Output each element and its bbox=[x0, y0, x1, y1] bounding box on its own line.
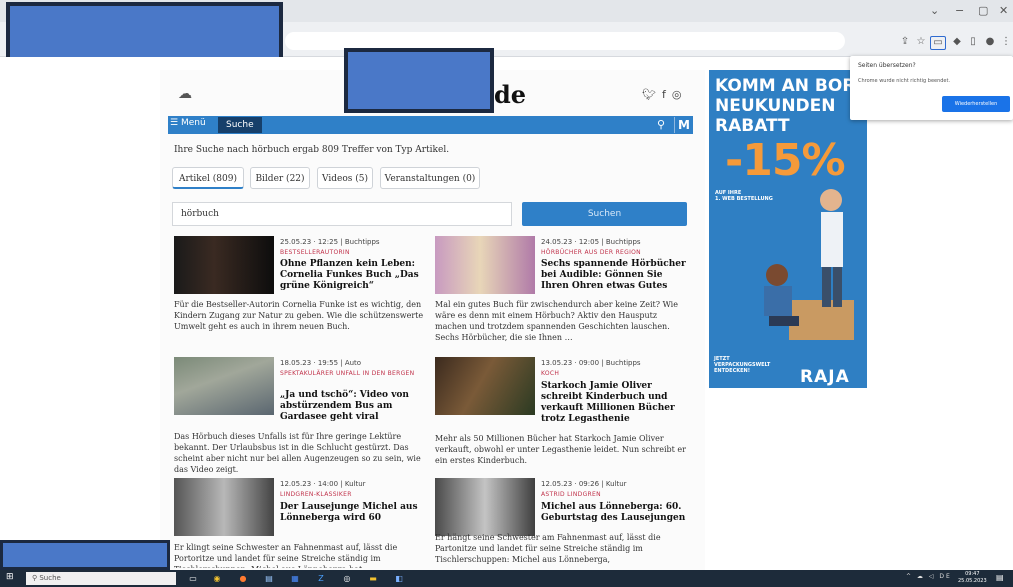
article-title[interactable]: „Ja und tschö“: Video von abstürzendem B… bbox=[280, 390, 430, 423]
article-title[interactable]: Sechs spannende Hörbücher bei Audible: G… bbox=[541, 259, 691, 292]
tab-images[interactable]: Bilder (22) bbox=[250, 167, 310, 189]
store-icon[interactable]: ▤ bbox=[262, 572, 276, 585]
close-icon[interactable]: ✕ bbox=[999, 4, 1008, 17]
firefox-icon[interactable]: ● bbox=[236, 572, 250, 585]
article-thumbnail[interactable] bbox=[435, 478, 535, 536]
article-meta: 18.05.23 · 19:55 | Auto bbox=[280, 359, 362, 367]
article-category: HÖRBÜCHER AUS DER REGION bbox=[541, 249, 641, 256]
redaction-box bbox=[0, 540, 170, 570]
article-thumbnail[interactable] bbox=[174, 357, 274, 415]
system-tray[interactable]: ^ ☁ ◁ DE bbox=[906, 573, 952, 580]
article-title[interactable]: Starkoch Jamie Oliver schreibt Kinderbuc… bbox=[541, 381, 691, 425]
taskview-icon[interactable]: ▭ bbox=[186, 572, 200, 585]
article-category: LINDGREN-KLASSIKER bbox=[280, 491, 352, 498]
tab-videos[interactable]: Videos (5) bbox=[317, 167, 373, 189]
search-summary: Ihre Suche nach hörbuch ergab 809 Treffe… bbox=[174, 145, 450, 155]
article-meta: 12.05.23 · 09:26 | Kultur bbox=[541, 480, 627, 488]
site-logo[interactable]: de bbox=[494, 80, 526, 109]
profile-icon[interactable]: ● bbox=[983, 36, 997, 48]
ad-footer: JETZT VERPACKUNGSWELT ENTDECKEN! bbox=[714, 356, 771, 374]
explorer-icon[interactable]: ▬ bbox=[366, 572, 380, 585]
article-thumbnail[interactable] bbox=[435, 357, 535, 415]
tab-articles[interactable]: Artikel (809) bbox=[172, 167, 244, 189]
restore-button[interactable]: Wiederherstellen bbox=[942, 96, 1010, 112]
word-icon[interactable]: ▦ bbox=[288, 572, 302, 585]
star-icon[interactable]: ☆ bbox=[914, 36, 928, 48]
extension-icon[interactable]: ◆ bbox=[950, 36, 964, 48]
zoom-icon[interactable]: Z bbox=[314, 572, 328, 585]
article-excerpt: Das Hörbuch dieses Unfalls ist für Ihre … bbox=[174, 432, 421, 474]
taskbar-clock[interactable]: 09:47 25.05.2023 bbox=[958, 571, 987, 585]
article-category: SPEKTAKULÄRER UNFALL IN DEN BERGEN bbox=[280, 370, 415, 377]
article-excerpt: Für die Bestseller-Autorin Cornelia Funk… bbox=[174, 300, 424, 331]
article-excerpt: Er hängt seine Schwester am Fahnenmast a… bbox=[435, 533, 661, 564]
ad-discount: -15% bbox=[725, 135, 846, 186]
article-title[interactable]: Ohne Pflanzen kein Leben: Cornelia Funke… bbox=[280, 259, 430, 292]
article-category: KOCH bbox=[541, 370, 560, 377]
article-thumbnail[interactable] bbox=[174, 236, 274, 294]
sidebar-icon[interactable]: ▯ bbox=[966, 36, 980, 48]
share-icon[interactable]: ⇪ bbox=[898, 36, 912, 48]
article-title[interactable]: Der Lausejunge Michel aus Lönneberga wir… bbox=[280, 502, 430, 524]
article-title[interactable]: Michel aus Lönneberga: 60. Geburtstag de… bbox=[541, 502, 691, 524]
social-links: 🐦︎f◎ bbox=[642, 88, 687, 101]
taskbar-search-input[interactable]: ⚲ Suche bbox=[26, 572, 176, 585]
m-logo-button[interactable]: M bbox=[674, 117, 693, 133]
search-tab[interactable]: Suche bbox=[218, 117, 262, 133]
notification-icon[interactable]: ▤ bbox=[996, 573, 1004, 582]
maximize-icon[interactable]: ▢ bbox=[978, 4, 988, 17]
article-meta: 24.05.23 · 12:05 | Buchtipps bbox=[541, 238, 641, 246]
menu-button[interactable]: ☰ Menü bbox=[170, 118, 206, 128]
app-icon[interactable]: ◧ bbox=[392, 572, 406, 585]
instagram-icon[interactable]: ◎ bbox=[672, 88, 688, 101]
article-thumbnail[interactable] bbox=[174, 478, 274, 536]
facebook-icon[interactable]: f bbox=[662, 88, 672, 101]
tab-events[interactable]: Veranstaltungen (0) bbox=[380, 167, 480, 189]
ad-headline: KOMM AN BOR NEUKUNDEN RABATT bbox=[715, 76, 856, 136]
taskbar-search-placeholder: Suche bbox=[39, 574, 61, 582]
redaction-box bbox=[344, 48, 494, 113]
article-excerpt: Mal ein gutes Buch für zwischendurch abe… bbox=[435, 300, 678, 342]
article-thumbnail[interactable] bbox=[435, 236, 535, 294]
tab-search-icon[interactable]: ⌄ bbox=[930, 4, 939, 17]
minimize-icon[interactable]: − bbox=[955, 4, 964, 17]
search-icon[interactable]: ⚲ bbox=[652, 117, 670, 133]
twitter-icon[interactable]: 🐦︎ bbox=[642, 88, 662, 101]
hamburger-icon: ☰ bbox=[170, 118, 181, 128]
popup-title: Seiten übersetzen? bbox=[858, 62, 916, 69]
popup-text: Chrome wurde nicht richtig beendet. bbox=[858, 78, 951, 84]
search-input[interactable]: hörbuch bbox=[172, 202, 512, 226]
ad-subtext: AUF IHRE 1. WEB BESTELLUNG bbox=[715, 190, 773, 202]
chrome-icon[interactable]: ◉ bbox=[210, 572, 224, 585]
article-meta: 12.05.23 · 14:00 | Kultur bbox=[280, 480, 366, 488]
article-meta: 13.05.23 · 09:00 | Buchtipps bbox=[541, 359, 641, 367]
menu-label: Menü bbox=[180, 118, 206, 128]
translate-icon[interactable]: ▭ bbox=[930, 36, 946, 50]
article-category: BESTSELLERAUTORIN bbox=[280, 249, 350, 256]
settings-icon[interactable]: ◎ bbox=[340, 572, 354, 585]
article-excerpt: Mehr als 50 Millionen Bücher hat Starkoc… bbox=[435, 434, 686, 465]
article-meta: 25.05.23 · 12:25 | Buchtipps bbox=[280, 238, 380, 246]
search-button[interactable]: Suchen bbox=[522, 202, 687, 226]
windows-start-icon[interactable]: ⊞ bbox=[6, 572, 14, 582]
ad-brand: RAJA bbox=[800, 367, 850, 387]
article-category: ASTRID LINDGREN bbox=[541, 491, 601, 498]
menu-icon[interactable]: ⋮ bbox=[999, 36, 1013, 48]
article-excerpt: Er klingt seine Schwester an Fahnenmast … bbox=[174, 543, 398, 568]
weather-icon[interactable]: ☁ bbox=[178, 86, 192, 102]
